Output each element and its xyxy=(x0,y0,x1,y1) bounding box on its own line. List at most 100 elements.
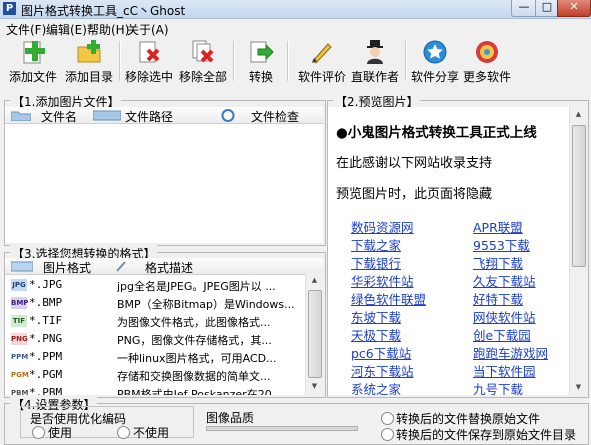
close-button[interactable]: ✕ xyxy=(557,0,591,17)
no-optimize-radio[interactable] xyxy=(117,426,130,439)
toolbar-separator xyxy=(233,41,235,81)
column-file-name[interactable]: 文件名 xyxy=(41,108,77,125)
format-row-jpg[interactable]: JPG *.JPG jpg全名是JPEG。JPEG图片以 ... xyxy=(5,276,323,294)
jpg-file-icon: JPG xyxy=(11,279,27,291)
link-right-7[interactable]: 创e下载园 xyxy=(473,325,531,344)
format-row-png[interactable]: PNG *.PNG PNG，图像文件存储格式，其... xyxy=(5,330,323,348)
file-list[interactable]: 文件名 文件路径 文件检查 xyxy=(5,107,323,243)
bmp-file-icon: BMP xyxy=(11,297,29,309)
menu-about[interactable]: 关于(A) xyxy=(127,21,169,38)
menu-bar: 文件(F) 编辑(E) 帮助(H) 关于(A) xyxy=(0,19,591,38)
link-left-4[interactable]: 华彩软件站 xyxy=(351,271,414,290)
column-file-check[interactable]: 文件检查 xyxy=(251,108,299,125)
pen-icon xyxy=(312,43,332,64)
review-button[interactable]: 软件评价 xyxy=(295,37,349,85)
window-title: 图片格式转换工具_cC丶Ghost xyxy=(21,4,186,18)
ppm-file-icon: PPM xyxy=(11,353,29,361)
scroll-up-arrow[interactable]: ▲ xyxy=(306,276,323,284)
format-row-tif[interactable]: TIF *.TIF 为图像文件格式，此图像格式... xyxy=(5,312,323,330)
link-left-1[interactable]: 数码资源网 xyxy=(351,217,414,236)
use-optimize-radio[interactable] xyxy=(32,426,45,439)
app-icon: P xyxy=(3,2,16,15)
link-right-1[interactable]: APR联盟 xyxy=(473,217,523,236)
link-left-8[interactable]: pc6下载站 xyxy=(351,343,411,362)
link-left-6[interactable]: 东坡下载 xyxy=(351,307,401,326)
share-button[interactable]: 软件分享 xyxy=(408,37,462,85)
preview-scroll-thumb[interactable] xyxy=(572,125,586,267)
link-right-3[interactable]: 飞翔下载 xyxy=(473,253,523,272)
tif-file-icon: TIF xyxy=(11,315,27,327)
format-list[interactable]: 图片格式 格式描述 JPG *.JPG jpg全名是JPEG。JPEG图片以 .… xyxy=(5,258,323,395)
preview-scrollbar[interactable]: ▲ ▼ xyxy=(569,107,586,395)
format-list-scrollbar[interactable]: ▲ ▼ xyxy=(305,274,323,395)
add-folder-icon xyxy=(77,40,101,63)
path-icon xyxy=(93,110,121,121)
toolbar-separator xyxy=(119,41,121,81)
menu-file[interactable]: 文件(F) xyxy=(6,21,46,38)
format-row-pgm[interactable]: PGM *.PGM 存储和交换图像数据的简单文... xyxy=(5,366,323,384)
menu-edit[interactable]: 编辑(E) xyxy=(46,21,87,38)
remove-all-button[interactable]: 移除全部 xyxy=(176,37,230,85)
more-icon xyxy=(476,41,498,63)
replace-original-label: 转换后的文件替换原始文件 xyxy=(396,412,541,426)
pgm-file-icon: PGM xyxy=(11,371,29,379)
format-list-header: 图片格式 格式描述 xyxy=(5,258,323,275)
file-list-header: 文件名 文件路径 文件检查 xyxy=(5,107,323,124)
optimize-label: 是否使用优化编码 xyxy=(28,410,129,427)
toolbar: 添加文件 添加目录 移除选中 移除全部 转换 软件评价 直联作者 软件分享 更多… xyxy=(0,37,591,87)
preview-scroll-down-arrow[interactable]: ▼ xyxy=(570,383,586,391)
link-left-5[interactable]: 绿色软件联盟 xyxy=(351,289,426,308)
link-right-6[interactable]: 网侠软件站 xyxy=(473,307,536,326)
link-left-2[interactable]: 下载之家 xyxy=(351,235,401,254)
convert-icon xyxy=(250,41,274,63)
link-right-10[interactable]: 九号下载 xyxy=(473,379,523,395)
column-file-path[interactable]: 文件路径 xyxy=(125,108,173,125)
preview-panel: ●小鬼图片格式转换工具正式上线 在此感谢以下网站收录支持 预览图片时，此页面将隐… xyxy=(328,107,586,395)
menu-help[interactable]: 帮助(H) xyxy=(87,21,129,38)
link-right-2[interactable]: 9553下载 xyxy=(473,235,530,254)
link-right-4[interactable]: 久友下载站 xyxy=(473,271,536,290)
link-left-9[interactable]: 河东下载站 xyxy=(351,361,414,380)
add-file-button[interactable]: 添加文件 xyxy=(6,37,60,85)
format-row-pbm[interactable]: PBM *.PBM PBM格式由Jef Poskanzer在20... xyxy=(5,384,323,395)
remove-selected-button[interactable]: 移除选中 xyxy=(122,37,176,85)
preview-note: 预览图片时，此页面将隐藏 xyxy=(336,187,493,202)
replace-original-radio[interactable] xyxy=(381,412,394,425)
add-file-icon xyxy=(23,41,45,64)
link-left-10[interactable]: 系统之家 xyxy=(351,379,401,395)
format-row-ppm[interactable]: PPM *.PPM 一种linux图片格式，可用ACD... xyxy=(5,348,323,366)
no-optimize-label: 不使用 xyxy=(133,426,170,440)
quality-label: 图像品质 xyxy=(206,411,255,425)
use-optimize-label: 使用 xyxy=(48,426,73,440)
preview-scroll-up-arrow[interactable]: ▲ xyxy=(570,110,586,118)
link-left-3[interactable]: 下载银行 xyxy=(351,253,401,272)
link-right-9[interactable]: 当下软件园 xyxy=(473,361,536,380)
column-format[interactable]: 图片格式 xyxy=(43,259,91,276)
minimize-button[interactable]: — xyxy=(511,0,537,17)
image-format-icon xyxy=(11,261,33,272)
author-icon xyxy=(367,40,383,64)
folder-icon xyxy=(11,111,31,121)
column-description[interactable]: 格式描述 xyxy=(145,259,193,276)
preview-thanks: 在此感谢以下网站收录支持 xyxy=(336,156,493,171)
remove-file-icon xyxy=(139,41,160,63)
scroll-down-arrow[interactable]: ▼ xyxy=(306,382,323,390)
save-to-dir-radio[interactable] xyxy=(381,428,394,441)
remove-all-icon xyxy=(192,40,214,63)
more-software-button[interactable]: 更多软件 xyxy=(460,37,514,85)
maximize-button[interactable]: □ xyxy=(535,0,559,17)
toolbar-separator xyxy=(405,41,407,81)
contact-author-button[interactable]: 直联作者 xyxy=(348,37,402,85)
add-directory-button[interactable]: 添加目录 xyxy=(62,37,116,85)
convert-button[interactable]: 转换 xyxy=(240,37,282,85)
check-icon xyxy=(221,109,235,122)
pbm-file-icon: PBM xyxy=(11,389,29,395)
quality-slider[interactable] xyxy=(206,426,358,431)
format-row-bmp[interactable]: BMP *.BMP BMP（全称Bitmap）是Windows... xyxy=(5,294,323,312)
png-file-icon: PNG xyxy=(11,333,28,345)
link-right-5[interactable]: 好特下载 xyxy=(473,289,523,308)
link-left-7[interactable]: 天极下载 xyxy=(351,325,401,344)
link-right-8[interactable]: 跑跑车游戏网 xyxy=(473,343,548,362)
scroll-thumb[interactable] xyxy=(308,290,322,378)
preview-heading: ●小鬼图片格式转换工具正式上线 xyxy=(336,125,537,141)
